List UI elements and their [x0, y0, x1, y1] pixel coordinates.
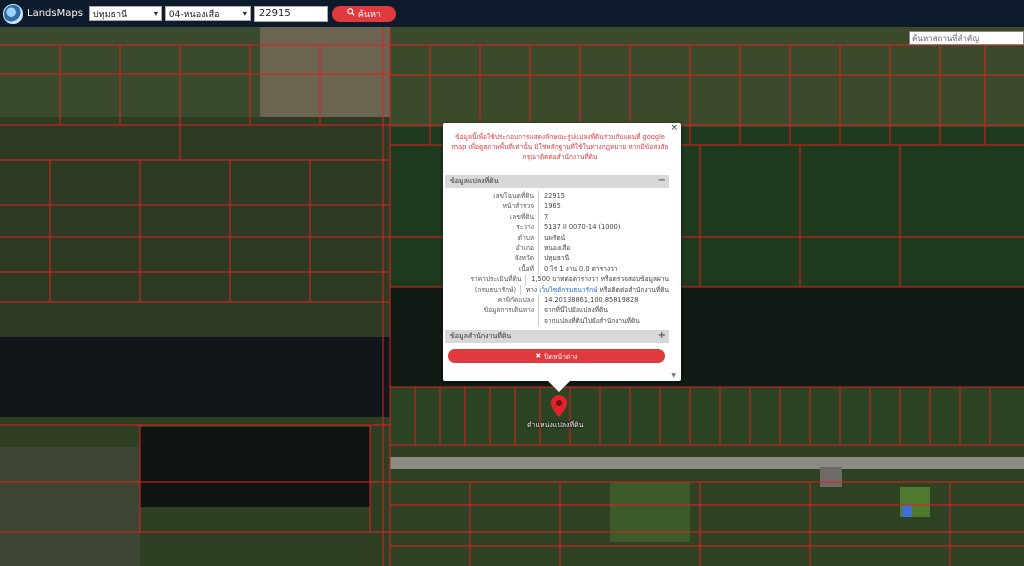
province-select[interactable]: ปทุมธานี ▾ — [88, 6, 162, 21]
district-select[interactable]: 04-หนองเสือ ▾ — [164, 6, 251, 21]
detail-row: ค่าพิกัดแปลง 14.20138861,100.85819828 — [445, 294, 669, 306]
detail-row: จากแปลงที่ดินไปยังสำนักงานที่ดิน — [445, 315, 669, 327]
section-header-office[interactable]: ข้อมูลสำนักงานที่ดิน + — [445, 330, 669, 343]
brand-name[interactable]: LandsMaps — [27, 8, 83, 19]
treasury-website-link[interactable]: เว็บไซต์กรมธนารักษ์ — [539, 286, 597, 294]
detail-value: ทาง เว็บไซต์กรมธนารักษ์ หรือติดต่อสำนักง… — [521, 285, 669, 295]
detail-row: ตำบล นพรัตน์ — [445, 232, 669, 243]
expand-icon[interactable]: + — [658, 330, 666, 342]
detail-label: เลขที่ดิน — [510, 212, 534, 221]
section-title: ข้อมูลสำนักงานที่ดิน — [450, 332, 512, 340]
detail-label: เนื้อที่ — [518, 264, 534, 273]
detail-value: หนองเสือ — [544, 243, 571, 252]
detail-label: หน้าสำรวจ — [502, 202, 534, 211]
detail-label: อำเภอ — [515, 243, 534, 252]
province-value: ปทุมธานี — [92, 9, 128, 20]
place-search-input[interactable]: ค้นหาสถานที่สำคัญ — [909, 31, 1024, 45]
value-suffix: หรือติดต่อสำนักงานที่ดิน — [599, 285, 669, 294]
directions-to-parcel-link[interactable]: จากที่นี่ไปยังแปลงที่ดิน — [539, 305, 608, 315]
detail-row: อำเภอ หนองเสือ — [445, 242, 669, 254]
detail-value: 1,500 บาทต่อตารางวา หรือตรวจสอบข้อมูลผ่า… — [531, 275, 669, 284]
detail-row: (กรมธนารักษ์) ทาง เว็บไซต์กรมธนารักษ์ หรื… — [445, 284, 669, 295]
detail-value: 5137 II 0070-14 (1000) — [544, 223, 621, 232]
detail-row: ระวาง 5137 II 0070-14 (1000) — [445, 222, 669, 233]
detail-label: จังหวัด — [514, 254, 534, 263]
detail-label: ตำบล — [517, 233, 534, 242]
detail-label: ข้อมูลการเดินทาง — [483, 306, 534, 315]
section-title: ข้อมูลแปลงที่ดิน — [450, 177, 499, 185]
detail-label: เลขโฉนดที่ดิน — [493, 192, 534, 200]
parcel-detail-list: เลขโฉนดที่ดิน 22915 หน้าสำรวจ 1965 เลขที่ด… — [445, 191, 669, 327]
district-value: 04-หนองเสือ — [168, 9, 220, 20]
close-window-button[interactable]: ✖ ปิดหน้าต่าง — [448, 349, 665, 363]
search-label: ค้นหา — [357, 9, 381, 20]
detail-value: 1965 — [544, 202, 561, 211]
detail-label — [445, 316, 538, 326]
detail-row: เลขโฉนดที่ดิน 22915 — [445, 191, 669, 202]
popup-pointer — [548, 381, 570, 392]
detail-label: ราคาประเมินที่ดิน — [470, 275, 522, 284]
detail-row: เนื้อที่ 0 ไร่ 1 งาน 0.0 ตารางวา — [445, 263, 669, 275]
detail-label: (กรมธนารักษ์) — [474, 285, 517, 294]
detail-value: นพรัตน์ — [544, 233, 566, 242]
directions-to-office-link[interactable]: จากแปลงที่ดินไปยังสำนักงานที่ดิน — [539, 316, 640, 326]
detail-row: จังหวัด ปทุมธานี — [445, 253, 669, 264]
detail-value: 22915 — [544, 192, 565, 200]
coordinates-link[interactable]: 14.20138861,100.85819828 — [539, 295, 638, 305]
parcel-info-popup: × ข้อมูลนี้เพื่อใช้ประกอบการแสดงลักษณะรู… — [443, 123, 681, 381]
detail-value: ปทุมธานี — [544, 254, 570, 263]
detail-value: 7 — [544, 212, 549, 221]
detail-row: ข้อมูลการเดินทาง จากที่นี่ไปยังแปลงที่ดิน — [445, 305, 669, 316]
close-window-label: ปิดหน้าต่าง — [544, 352, 578, 361]
landsmaps-logo-icon[interactable] — [3, 3, 23, 24]
detail-value: 0 ไร่ 1 งาน 0.0 ตารางวา — [544, 264, 618, 273]
close-icon: ✖ — [535, 352, 542, 360]
detail-label: ระวาง — [516, 223, 534, 232]
marker-label: ตำแหน่งแปลงที่ดิน — [527, 421, 584, 429]
close-icon[interactable]: × — [670, 123, 678, 133]
parcel-number-input[interactable]: 22915 — [253, 5, 328, 22]
chevron-down-icon: ▾ — [153, 9, 158, 18]
search-button[interactable]: ค้นหา — [331, 5, 396, 22]
detail-row: เลขที่ดิน 7 — [445, 211, 669, 223]
value-prefix: ทาง — [525, 285, 538, 294]
detail-row: ราคาประเมินที่ดิน 1,500 บาทต่อตารางวา หรื… — [445, 274, 669, 285]
chevron-down-icon: ▾ — [242, 9, 247, 18]
disclaimer-notice: ข้อมูลนี้เพื่อใช้ประกอบการแสดงลักษณะรูปแ… — [451, 133, 669, 161]
scroll-down-arrow-icon[interactable]: ▼ — [671, 372, 676, 379]
map-pin-icon[interactable] — [551, 395, 567, 421]
detail-row: หน้าสำรวจ 1965 — [445, 201, 669, 212]
detail-label: ค่าพิกัดแปลง — [497, 295, 534, 304]
collapse-icon[interactable]: − — [658, 175, 666, 187]
section-header-parcel[interactable]: ข้อมูลแปลงที่ดิน − — [445, 175, 669, 188]
search-icon — [347, 8, 355, 19]
top-bar: LandsMaps ปทุมธานี ▾ 04-หนองเสือ ▾ 22915… — [0, 0, 1024, 27]
